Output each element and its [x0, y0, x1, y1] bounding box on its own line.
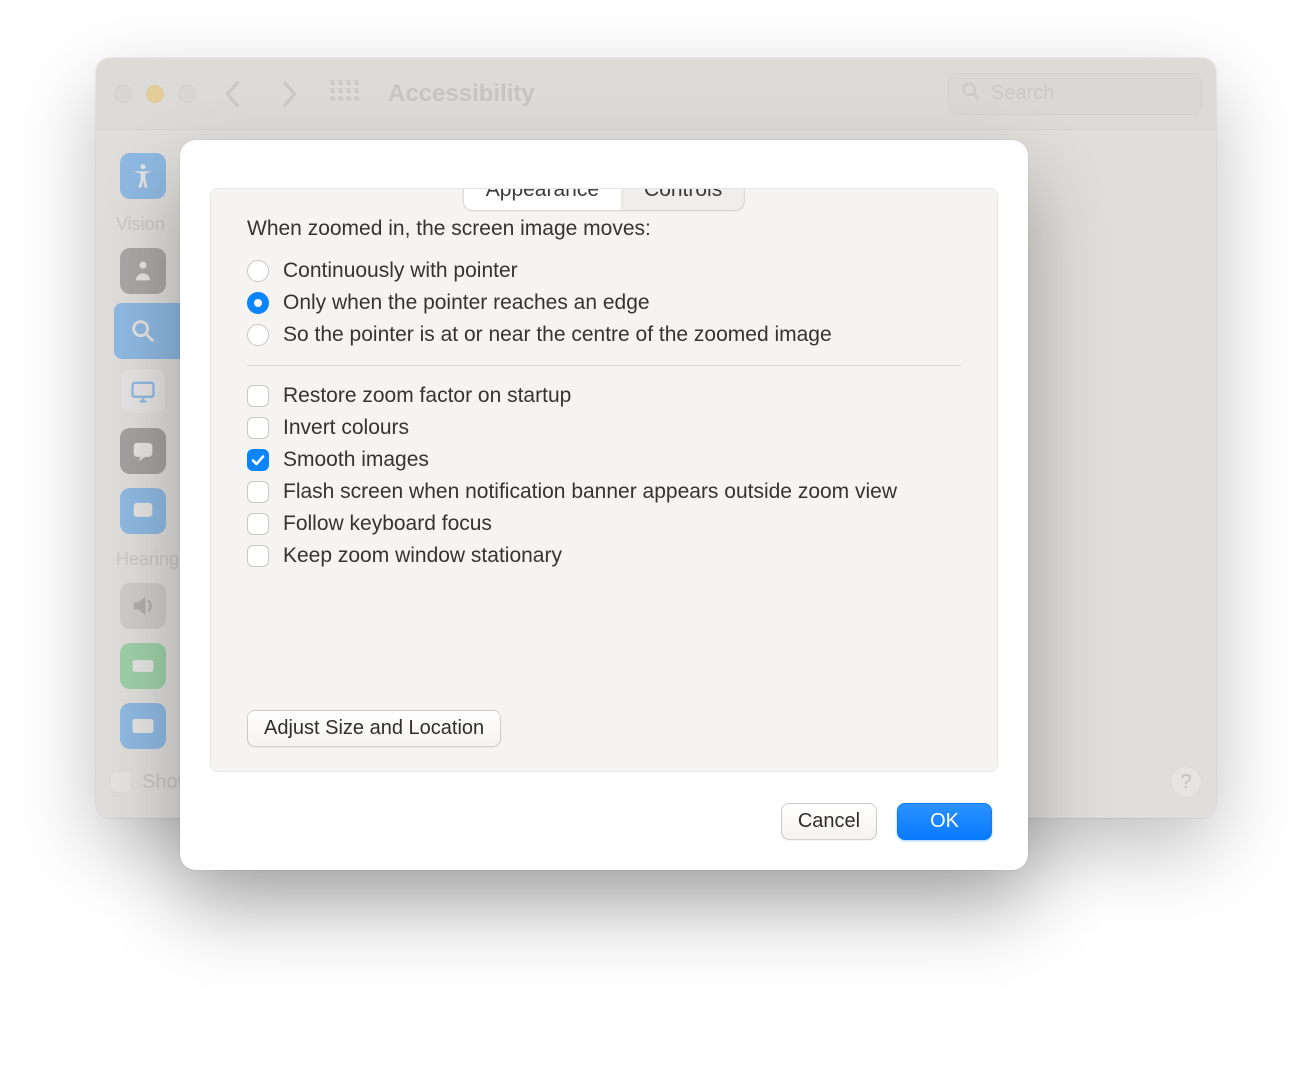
check-label: Invert colours [283, 416, 409, 440]
checkbox-icon [247, 545, 269, 567]
radio-icon [247, 260, 269, 282]
check-follow-keyboard[interactable]: Follow keyboard focus [247, 508, 961, 540]
checkbox-icon [247, 385, 269, 407]
movement-heading: When zoomed in, the screen image moves: [247, 217, 961, 241]
divider [247, 365, 961, 366]
radio-icon [247, 324, 269, 346]
help-button[interactable]: ? [1170, 766, 1202, 798]
radio-label: So the pointer is at or near the centre … [283, 323, 832, 347]
modal-actions: Cancel OK [781, 803, 992, 840]
close-window-button[interactable] [114, 85, 132, 103]
voiceover-icon [120, 248, 166, 294]
checkbox-icon [247, 417, 269, 439]
window-title: Accessibility [388, 80, 535, 108]
window-controls [114, 85, 196, 103]
radio-continuous[interactable]: Continuously with pointer [247, 255, 961, 287]
tab-controls[interactable]: Controls [622, 188, 744, 210]
spoken-content-icon [120, 428, 166, 474]
search-field-wrap[interactable] [948, 73, 1202, 115]
audio-icon [120, 583, 166, 629]
radio-edge[interactable]: Only when the pointer reaches an edge [247, 287, 961, 319]
descriptions-icon [120, 488, 166, 534]
check-keep-stationary[interactable]: Keep zoom window stationary [247, 540, 961, 572]
accessibility-icon [120, 153, 166, 199]
search-input[interactable] [991, 82, 1189, 105]
check-invert-colours[interactable]: Invert colours [247, 412, 961, 444]
show-all-icon[interactable] [330, 80, 358, 108]
check-smooth-images[interactable]: Smooth images [247, 444, 961, 476]
back-button[interactable] [224, 80, 242, 108]
radio-icon [247, 292, 269, 314]
checkbox-icon [247, 449, 269, 471]
radio-centre[interactable]: So the pointer is at or near the centre … [247, 319, 961, 351]
captions-icon [120, 703, 166, 749]
tab-appearance[interactable]: Appearance [464, 188, 622, 210]
search-icon [961, 81, 981, 106]
check-label: Restore zoom factor on startup [283, 384, 571, 408]
adjust-size-location-button[interactable]: Adjust Size and Location [247, 710, 501, 747]
radio-label: Only when the pointer reaches an edge [283, 291, 650, 315]
window-titlebar: Accessibility [96, 58, 1216, 130]
check-restore-zoom[interactable]: Restore zoom factor on startup [247, 380, 961, 412]
rtt-icon [120, 643, 166, 689]
check-label: Keep zoom window stationary [283, 544, 562, 568]
nav-arrows [224, 80, 298, 108]
check-label: Flash screen when notification banner ap… [283, 480, 897, 504]
check-label: Follow keyboard focus [283, 512, 492, 536]
options-panel: Appearance Controls When zoomed in, the … [210, 188, 998, 772]
checkbox-icon [247, 481, 269, 503]
ok-button[interactable]: OK [897, 803, 992, 840]
zoom-icon [120, 308, 166, 354]
forward-button[interactable] [280, 80, 298, 108]
zoom-window-button[interactable] [178, 85, 196, 103]
radio-label: Continuously with pointer [283, 259, 518, 283]
display-icon [120, 368, 166, 414]
checkbox-icon [247, 513, 269, 535]
check-label: Smooth images [283, 448, 429, 472]
zoom-options-modal: Appearance Controls When zoomed in, the … [180, 140, 1028, 870]
minimize-window-button[interactable] [146, 85, 164, 103]
show-menubar-checkbox[interactable] [110, 771, 132, 793]
check-flash-screen[interactable]: Flash screen when notification banner ap… [247, 476, 961, 508]
cancel-button[interactable]: Cancel [781, 803, 877, 840]
tab-segmented-control: Appearance Controls [463, 188, 745, 211]
